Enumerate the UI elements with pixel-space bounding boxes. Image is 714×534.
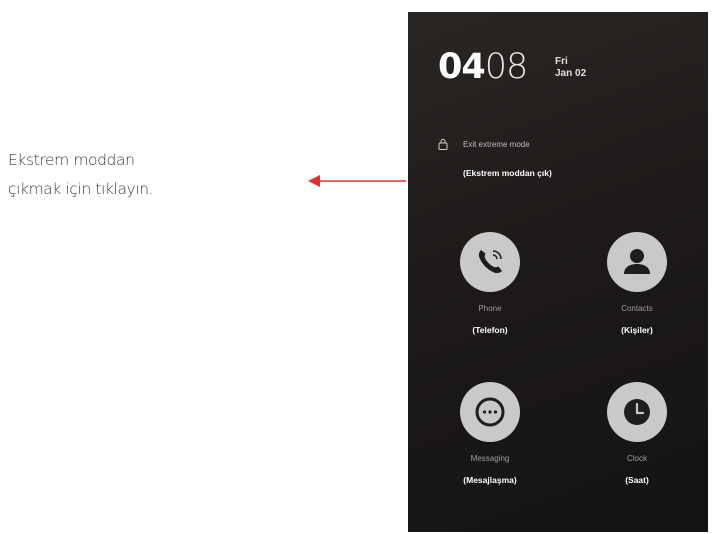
phone-screen: 0408 Fri Jan 02 Exit extreme mode (Ekstr… [408, 12, 708, 532]
instruction-line-2: çıkmak için tıklayın. [8, 180, 154, 199]
instruction-text: Ekstrem moddan çıkmak için tıklayın. [8, 146, 258, 204]
app-messaging-label: Messaging [470, 454, 510, 463]
date-display: Fri Jan 02 [555, 56, 586, 80]
clock-icon [624, 399, 650, 425]
clock-time: 0408 [438, 47, 529, 87]
app-contacts[interactable]: Contacts (Kişiler) [582, 232, 692, 335]
messaging-icon [475, 397, 505, 427]
pointer-arrow-icon [308, 175, 406, 187]
lock-icon [438, 138, 448, 150]
phone-icon [478, 250, 502, 274]
contacts-icon [624, 249, 650, 274]
app-clock[interactable]: Clock (Saat) [582, 382, 692, 485]
app-messaging-circle [460, 382, 520, 442]
clock-hours: 04 [438, 47, 486, 87]
app-messaging[interactable]: Messaging (Mesajlaşma) [435, 382, 545, 485]
app-contacts-circle [607, 232, 667, 292]
app-clock-circle [607, 382, 667, 442]
app-clock-sublabel: (Saat) [625, 475, 649, 485]
date-label: Jan 02 [555, 68, 587, 79]
app-phone-circle [460, 232, 520, 292]
app-phone[interactable]: Phone (Telefon) [435, 232, 545, 335]
exit-mode-title: Exit extreme mode [463, 140, 530, 149]
app-phone-sublabel: (Telefon) [472, 325, 508, 335]
app-clock-label: Clock [626, 454, 647, 463]
app-phone-label: Phone [478, 304, 502, 313]
clock-minutes: 08 [484, 47, 529, 87]
app-contacts-label: Contacts [621, 304, 653, 313]
day-label: Fri [555, 56, 568, 67]
app-contacts-sublabel: (Kişiler) [621, 325, 653, 335]
app-messaging-sublabel: (Mesajlaşma) [463, 475, 517, 485]
instruction-line-1: Ekstrem moddan [8, 151, 135, 169]
exit-mode-subtitle: (Ekstrem moddan çık) [463, 168, 552, 178]
